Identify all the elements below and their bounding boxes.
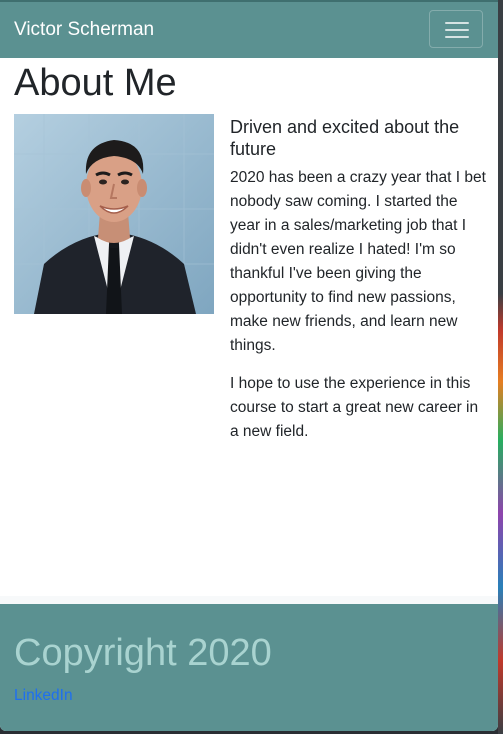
hamburger-menu-icon-bar — [445, 36, 469, 38]
hamburger-menu-icon-bar — [445, 29, 469, 31]
about-subtitle: Driven and excited about the future — [230, 117, 460, 159]
navbar: Victor Scherman — [0, 0, 498, 58]
navbar-toggler-button[interactable] — [429, 10, 483, 48]
about-paragraph: I hope to use the experience in this cou… — [230, 375, 479, 440]
background-window-edge — [498, 0, 503, 734]
hamburger-menu-icon — [445, 22, 469, 24]
page-title: About Me — [14, 62, 177, 104]
section-divider — [0, 596, 498, 604]
about-paragraph: 2020 has been a crazy year that I bet no… — [230, 169, 486, 354]
about-content: Driven and excited about the future 2020… — [230, 116, 488, 458]
footer-copyright: Copyright 2020 — [14, 632, 272, 674]
footer: Copyright 2020 LinkedIn — [0, 604, 498, 731]
linkedin-link[interactable]: LinkedIn — [14, 686, 73, 706]
profile-photo — [14, 114, 214, 314]
page-window: Victor Scherman About Me Driven and exci… — [0, 0, 498, 731]
browser-viewport: Victor Scherman About Me Driven and exci… — [0, 0, 503, 734]
navbar-brand[interactable]: Victor Scherman — [14, 19, 154, 41]
